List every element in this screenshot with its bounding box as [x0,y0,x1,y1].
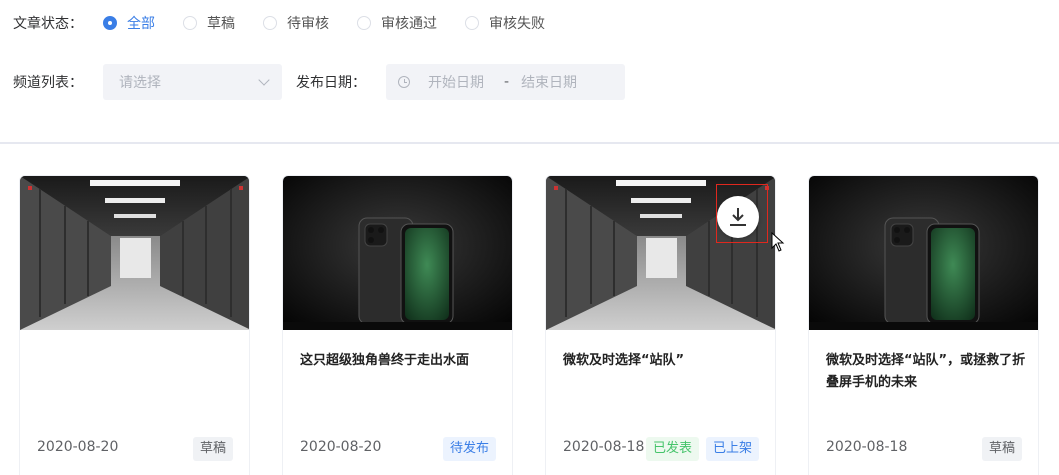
status-radio-label: 审核失败 [489,16,545,32]
article-cover-image [20,176,249,330]
channel-date-row: 频道列表： 请选择 发布日期： 开始日期 - 结束日期 [13,64,625,100]
status-filter-row: 文章状态： 全部 草稿 待审核 审核通过 审核失败 [13,12,573,34]
article-date: 2020-08-18 [563,439,645,455]
article-card[interactable]: 微软及时选择“站队”，或拯救了折叠屏手机的未来 2020-08-18 草稿 [808,175,1039,475]
mouse-pointer-icon [771,232,785,252]
radio-dot-icon [465,16,479,30]
date-range-picker[interactable]: 开始日期 - 结束日期 [386,64,625,100]
status-badge: 草稿 [192,437,233,461]
date-end-input[interactable]: 结束日期 [521,72,577,92]
status-radio-draft[interactable]: 草稿 [183,13,235,33]
filter-panel: 文章状态： 全部 草稿 待审核 审核通过 审核失败 频道列表： 请选择 发布日期… [0,0,1059,142]
article-cover-image [809,176,1038,330]
radio-dot-icon [183,16,197,30]
article-cover-image [283,176,512,330]
download-button[interactable] [717,196,759,238]
channel-select[interactable]: 请选择 [103,64,282,100]
radio-dot-icon [263,16,277,30]
date-start-input[interactable]: 开始日期 [428,72,484,92]
article-card[interactable]: 这只超级独角兽终于走出水面 2020-08-20 待发布 [282,175,513,475]
channel-label: 频道列表： [13,75,83,91]
chevron-down-icon [258,74,270,86]
status-radio-rejected[interactable]: 审核失败 [465,13,545,33]
status-badge: 已上架 [705,437,759,461]
radio-dot-icon [103,16,117,30]
channel-select-placeholder: 请选择 [119,75,161,91]
article-date: 2020-08-20 [37,439,119,455]
status-radio-approved[interactable]: 审核通过 [357,13,437,33]
article-date: 2020-08-20 [300,439,382,455]
status-radio-label: 待审核 [287,16,329,32]
article-date: 2020-08-18 [826,439,908,455]
section-divider [0,142,1059,144]
date-label: 发布日期： [296,75,366,91]
article-card[interactable]: 2020-08-20 草稿 [19,175,250,475]
article-title: 这只超级独角兽终于走出水面 [300,353,470,368]
radio-dot-icon [357,16,371,30]
status-filter-label: 文章状态： [13,16,83,32]
status-radio-label: 全部 [127,16,155,32]
clock-icon [398,76,410,88]
status-badge: 已发表 [645,437,699,461]
status-radio-all[interactable]: 全部 [103,13,155,33]
article-title: 微软及时选择“站队”，或拯救了折叠屏手机的未来 [826,353,1026,390]
article-cover-image [546,176,775,330]
status-radio-label: 草稿 [207,16,235,32]
date-range-separator: - [504,74,510,90]
download-icon [730,208,746,226]
article-title: 微软及时选择“站队” [563,353,685,368]
status-badge: 待发布 [442,437,496,461]
status-radio-label: 审核通过 [381,16,437,32]
status-radio-pending[interactable]: 待审核 [263,13,329,33]
status-badge: 草稿 [981,437,1022,461]
article-card[interactable]: 微软及时选择“站队” 2020-08-18 已发表 已上架 [545,175,776,475]
